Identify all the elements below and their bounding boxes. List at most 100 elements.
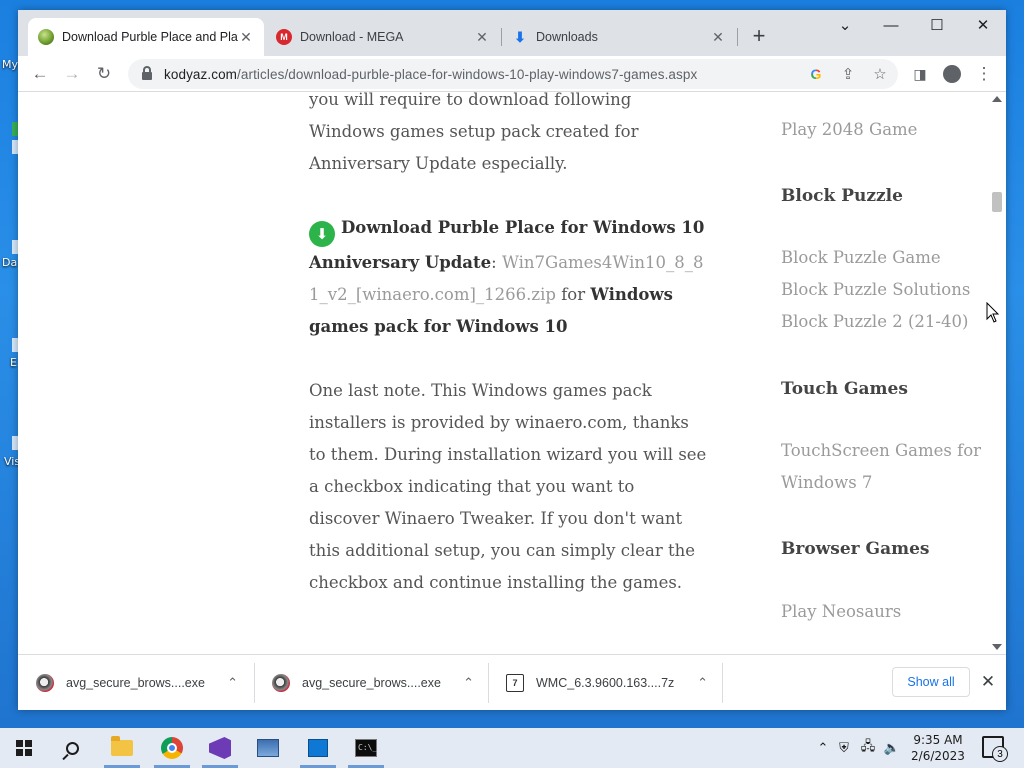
command-prompt-icon: C:\_ bbox=[355, 739, 377, 757]
desktop-icon-label[interactable]: Da bbox=[2, 256, 17, 269]
taskbar: C:\_ ⌃ ⛨ 🖧 🔈 9:35 AM 2/6/2023 3 bbox=[0, 728, 1024, 768]
taskbar-chrome[interactable] bbox=[148, 728, 196, 768]
tab-strip: Download Purble Place and Play ✕ M Downl… bbox=[18, 10, 1006, 56]
article-body: you will require to download following W… bbox=[309, 92, 709, 631]
download-item[interactable]: 7 WMC_6.3.9600.163....7z ⌃ bbox=[488, 663, 722, 703]
browser-toolbar: ← → ↻ kodyaz.com/articles/download-purbl… bbox=[18, 56, 1006, 92]
clock-time: 9:35 AM bbox=[913, 733, 963, 747]
minimize-button[interactable]: — bbox=[868, 10, 914, 40]
clock-date: 2/6/2023 bbox=[911, 749, 965, 763]
tab-search-button[interactable]: ⌄ bbox=[822, 10, 868, 40]
file-explorer-icon bbox=[111, 736, 133, 756]
back-button[interactable]: ← bbox=[26, 60, 54, 88]
close-window-button[interactable]: ✕ bbox=[960, 10, 1006, 40]
maximize-button[interactable]: ☐ bbox=[914, 10, 960, 40]
chevron-up-icon[interactable]: ⌃ bbox=[697, 675, 708, 691]
divider bbox=[722, 663, 723, 703]
minimize-icon: — bbox=[883, 16, 899, 34]
taskbar-app[interactable] bbox=[244, 728, 292, 768]
download-item[interactable]: avg_secure_brows....exe ⌃ bbox=[254, 663, 488, 703]
search-button[interactable] bbox=[48, 728, 96, 768]
start-icon bbox=[16, 740, 32, 756]
scroll-up-icon[interactable] bbox=[992, 96, 1002, 102]
desktop-icon-label[interactable]: E bbox=[10, 356, 17, 369]
lock-icon[interactable] bbox=[142, 66, 152, 80]
maximize-icon: ☐ bbox=[930, 17, 944, 34]
forward-arrow-icon: → bbox=[63, 64, 81, 83]
reload-icon: ↻ bbox=[96, 64, 112, 83]
download-paragraph: ⬇ Download Purble Place for Windows 10 An… bbox=[309, 212, 709, 343]
download-bar: avg_secure_brows....exe ⌃ avg_secure_bro… bbox=[18, 654, 1006, 710]
bookmark-star-icon[interactable]: ☆ bbox=[866, 60, 894, 88]
download-icon[interactable]: ⬇ bbox=[309, 221, 335, 247]
side-panel-icon[interactable]: ◨ bbox=[906, 60, 934, 88]
network-icon[interactable]: 🖧 bbox=[856, 737, 880, 759]
sidebar-link[interactable]: Play Neosaurs bbox=[781, 596, 991, 628]
new-tab-button[interactable]: + bbox=[746, 23, 772, 49]
download-filename: avg_secure_brows....exe bbox=[66, 676, 205, 690]
sidebar-heading: Browser Games bbox=[781, 539, 930, 559]
sidebar-link[interactable]: Block Puzzle 2 (21-40) bbox=[781, 306, 991, 338]
sidebar-link[interactable]: Block Puzzle Game bbox=[781, 242, 991, 274]
tab-purble-place[interactable]: Download Purble Place and Play ✕ bbox=[28, 18, 264, 56]
for-text: for bbox=[561, 285, 586, 304]
tab-downloads[interactable]: ⬇ Downloads ✕ bbox=[502, 18, 736, 56]
taskbar-command-prompt[interactable]: C:\_ bbox=[342, 728, 390, 768]
system-tray: ⌃ ⛨ 🖧 🔈 bbox=[814, 728, 904, 768]
sidebar-heading: Block Puzzle bbox=[781, 186, 903, 206]
url-text[interactable]: kodyaz.com/articles/download-purble-plac… bbox=[164, 67, 697, 82]
download-item[interactable]: avg_secure_brows....exe ⌃ bbox=[18, 663, 252, 703]
sidebar-link[interactable]: Play 2048 Game bbox=[781, 114, 991, 146]
mouse-cursor-icon bbox=[986, 302, 1000, 323]
show-all-button[interactable]: Show all bbox=[892, 667, 970, 697]
download-icon: ⬇ bbox=[514, 28, 526, 45]
sidebar-link[interactable]: TouchScreen Games for Windows 7 bbox=[781, 435, 991, 499]
url-path: /articles/download-purble-place-for-wind… bbox=[237, 66, 698, 82]
purble-place-icon bbox=[38, 29, 54, 45]
scroll-down-icon[interactable] bbox=[992, 644, 1002, 650]
close-tab-icon[interactable]: ✕ bbox=[474, 29, 490, 46]
visual-studio-icon bbox=[209, 737, 231, 759]
google-icon[interactable]: G bbox=[802, 60, 830, 88]
sidebar-heading: Touch Games bbox=[781, 379, 908, 399]
desktop-icon-label[interactable]: My bbox=[2, 58, 18, 71]
avg-installer-icon bbox=[272, 674, 290, 692]
close-tab-icon[interactable]: ✕ bbox=[710, 29, 726, 46]
clock[interactable]: 9:35 AM 2/6/2023 bbox=[900, 732, 976, 764]
share-icon[interactable]: ⇪ bbox=[834, 60, 862, 88]
close-tab-icon[interactable]: ✕ bbox=[238, 29, 254, 46]
profile-icon[interactable] bbox=[938, 60, 966, 88]
reload-button[interactable]: ↻ bbox=[90, 60, 118, 88]
colon-text: : bbox=[491, 253, 497, 272]
start-button[interactable] bbox=[0, 728, 48, 768]
chevron-up-icon[interactable]: ⌃ bbox=[227, 675, 238, 691]
notification-badge: 3 bbox=[992, 746, 1008, 762]
url-host: kodyaz.com bbox=[164, 66, 238, 82]
forward-button[interactable]: → bbox=[58, 60, 86, 88]
chrome-window: Download Purble Place and Play ✕ M Downl… bbox=[18, 10, 1006, 710]
scrollbar-thumb[interactable] bbox=[992, 192, 1002, 212]
taskbar-visual-studio[interactable] bbox=[196, 728, 244, 768]
taskbar-file-explorer[interactable] bbox=[98, 728, 146, 768]
taskbar-remote-desktop[interactable] bbox=[294, 728, 342, 768]
chevron-down-icon: ⌄ bbox=[838, 17, 852, 34]
page-content: you will require to download following W… bbox=[18, 92, 1006, 654]
chevron-up-icon[interactable]: ⌃ bbox=[814, 740, 832, 756]
address-bar[interactable]: kodyaz.com/articles/download-purble-plac… bbox=[128, 59, 898, 89]
tab-title: Downloads bbox=[536, 30, 598, 44]
vertical-scrollbar[interactable] bbox=[988, 92, 1006, 654]
tab-mega[interactable]: M Download - MEGA ✕ bbox=[266, 18, 500, 56]
chevron-up-icon[interactable]: ⌃ bbox=[463, 675, 474, 691]
menu-icon[interactable]: ⋮ bbox=[970, 60, 998, 88]
sidebar-link[interactable]: Block Puzzle Solutions bbox=[781, 274, 991, 306]
article-intro: you will require to download following W… bbox=[309, 92, 639, 173]
close-download-bar-icon[interactable]: ✕ bbox=[976, 669, 1000, 695]
security-icon[interactable]: ⛨ bbox=[832, 740, 856, 756]
search-icon bbox=[65, 741, 79, 755]
download-filename: avg_secure_brows....exe bbox=[302, 676, 441, 690]
tab-title: Download - MEGA bbox=[300, 30, 404, 44]
back-arrow-icon: ← bbox=[31, 64, 49, 83]
chrome-icon bbox=[161, 737, 183, 759]
remote-desktop-icon bbox=[308, 739, 328, 757]
app-icon bbox=[257, 739, 279, 757]
